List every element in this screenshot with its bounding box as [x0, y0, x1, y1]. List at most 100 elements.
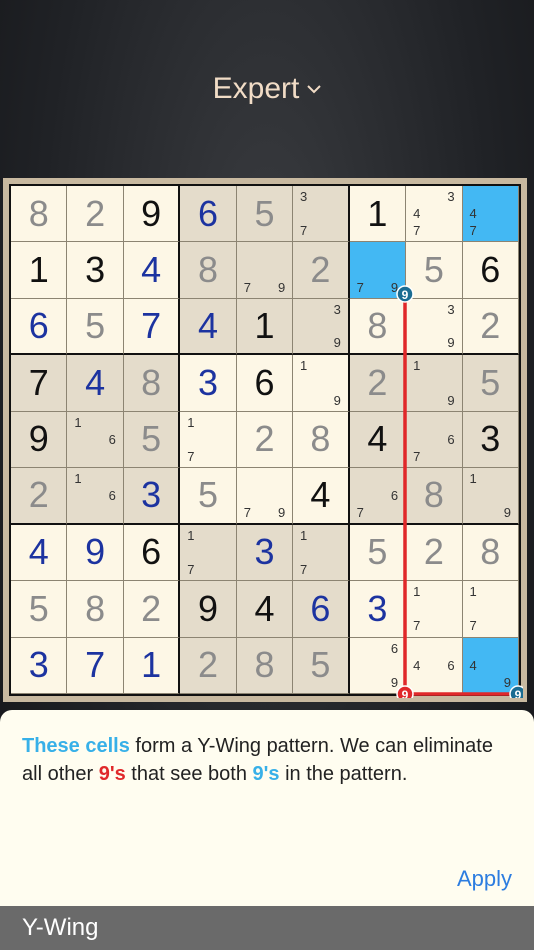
cell-r5c2[interactable]: 16: [67, 411, 124, 469]
cell-r6c8[interactable]: 8: [406, 468, 463, 525]
cell-r2c7[interactable]: 79: [349, 242, 407, 299]
cell-r8c7[interactable]: 3: [349, 581, 407, 638]
cell-r1c5[interactable]: 5: [236, 186, 294, 243]
cell-r5c8[interactable]: 67: [406, 411, 463, 469]
cell-r8c6[interactable]: 6: [293, 581, 350, 638]
cell-r7c9[interactable]: 8: [462, 524, 519, 582]
cell-r3c1[interactable]: 6: [11, 298, 68, 356]
cell-r5c5[interactable]: 2: [236, 411, 294, 469]
cell-r6c5[interactable]: 79: [236, 468, 294, 525]
candidate-digit: [499, 222, 516, 239]
cell-r7c5[interactable]: 3: [236, 524, 294, 582]
cell-r7c7[interactable]: 5: [349, 524, 407, 582]
cell-r7c4[interactable]: 17: [180, 524, 237, 582]
cell-r9c2[interactable]: 7: [67, 637, 124, 694]
cell-r9c7[interactable]: 69: [349, 637, 407, 694]
cell-r4c2[interactable]: 4: [67, 355, 124, 412]
cell-r2c9[interactable]: 6: [462, 242, 519, 299]
cell-r4c1[interactable]: 7: [11, 355, 68, 412]
candidate-notes: 79: [239, 244, 290, 295]
cell-r4c4[interactable]: 3: [180, 355, 237, 412]
cell-r4c8[interactable]: 19: [406, 355, 463, 412]
cell-r9c3[interactable]: 1: [123, 637, 181, 694]
cell-r8c2[interactable]: 8: [67, 581, 124, 638]
candidate-digit: [499, 583, 516, 600]
candidate-digit: 6: [390, 487, 399, 503]
cell-r2c5[interactable]: 79: [236, 242, 294, 299]
cell-r5c9[interactable]: 3: [462, 411, 519, 469]
cell-r2c1[interactable]: 1: [11, 242, 68, 299]
cell-r2c8[interactable]: 5: [406, 242, 463, 299]
candidate-digit: [199, 431, 216, 448]
cell-r7c1[interactable]: 4: [11, 524, 68, 582]
cell-r8c3[interactable]: 2: [123, 581, 181, 638]
apply-button[interactable]: Apply: [457, 866, 512, 892]
cell-r3c8[interactable]: 39: [406, 298, 463, 356]
candidate-digit: 9: [390, 674, 399, 690]
cell-r3c3[interactable]: 7: [123, 298, 181, 356]
cell-r1c8[interactable]: 3 47: [406, 186, 463, 243]
candidate-digit: [217, 414, 234, 431]
cell-r7c6[interactable]: 17: [293, 524, 350, 582]
cell-r5c7[interactable]: 4: [349, 411, 407, 469]
cell-r1c1[interactable]: 8: [11, 186, 68, 243]
cell-r8c1[interactable]: 5: [11, 581, 68, 638]
cell-r4c9[interactable]: 5: [462, 355, 519, 412]
difficulty-selector[interactable]: Expert: [213, 72, 322, 106]
cell-r9c4[interactable]: 2: [180, 637, 237, 694]
cell-r6c2[interactable]: 16: [67, 468, 124, 525]
cell-value: 7: [28, 362, 49, 404]
candidate-digit: [217, 448, 234, 465]
cell-r7c8[interactable]: 2: [406, 524, 463, 582]
cell-r6c1[interactable]: 2: [11, 468, 68, 525]
cell-r9c9[interactable]: 49: [462, 637, 519, 694]
candidate-digit: [312, 222, 329, 239]
cell-r3c9[interactable]: 2: [462, 298, 519, 356]
cell-r1c7[interactable]: 1: [349, 186, 407, 243]
cell-r3c7[interactable]: 8: [349, 298, 407, 356]
candidate-digit: [217, 544, 234, 561]
cell-r3c2[interactable]: 5: [67, 298, 124, 356]
cell-r1c4[interactable]: 6: [180, 186, 237, 243]
cell-r5c6[interactable]: 8: [293, 411, 350, 469]
cell-r1c9[interactable]: 47: [462, 186, 519, 243]
cell-r6c9[interactable]: 19: [462, 468, 519, 525]
cell-r4c7[interactable]: 2: [349, 355, 407, 412]
cell-r8c8[interactable]: 17: [406, 581, 463, 638]
candidate-digit: [182, 431, 199, 448]
cell-r4c6[interactable]: 19: [293, 355, 350, 412]
cell-r2c3[interactable]: 4: [123, 242, 181, 299]
cell-r6c4[interactable]: 5: [180, 468, 237, 525]
cell-r7c3[interactable]: 6: [123, 524, 181, 582]
cell-r3c4[interactable]: 4: [180, 298, 237, 356]
candidate-digit: [312, 188, 329, 205]
cell-r1c2[interactable]: 2: [67, 186, 124, 243]
cell-r3c5[interactable]: 1: [236, 298, 294, 356]
candidate-digit: [482, 640, 499, 657]
cell-r2c6[interactable]: 2: [293, 242, 350, 299]
candidate-digit: [386, 244, 403, 261]
cell-r8c5[interactable]: 4: [236, 581, 294, 638]
cell-r2c4[interactable]: 8: [180, 242, 237, 299]
candidate-digit: [239, 262, 256, 279]
cell-r6c7[interactable]: 67: [349, 468, 407, 525]
cell-r3c6[interactable]: 39: [293, 298, 350, 356]
cell-r7c2[interactable]: 9: [67, 524, 124, 582]
cell-r2c2[interactable]: 3: [67, 242, 124, 299]
cell-r1c3[interactable]: 9: [123, 186, 181, 243]
cell-r5c1[interactable]: 9: [11, 411, 68, 469]
cell-r9c6[interactable]: 5: [293, 637, 350, 694]
cell-r4c3[interactable]: 8: [123, 355, 181, 412]
cell-r8c9[interactable]: 17: [462, 581, 519, 638]
cell-r9c8[interactable]: 46: [406, 637, 463, 694]
cell-r1c6[interactable]: 37: [293, 186, 350, 243]
candidate-digit: [295, 318, 312, 335]
cell-r9c1[interactable]: 3: [11, 637, 68, 694]
cell-r6c6[interactable]: 4: [293, 468, 350, 525]
cell-r5c4[interactable]: 17: [180, 411, 237, 469]
cell-r9c5[interactable]: 8: [236, 637, 294, 694]
cell-r8c4[interactable]: 9: [180, 581, 237, 638]
cell-r5c3[interactable]: 5: [123, 411, 181, 469]
cell-r6c3[interactable]: 3: [123, 468, 181, 525]
cell-r4c5[interactable]: 6: [236, 355, 294, 412]
